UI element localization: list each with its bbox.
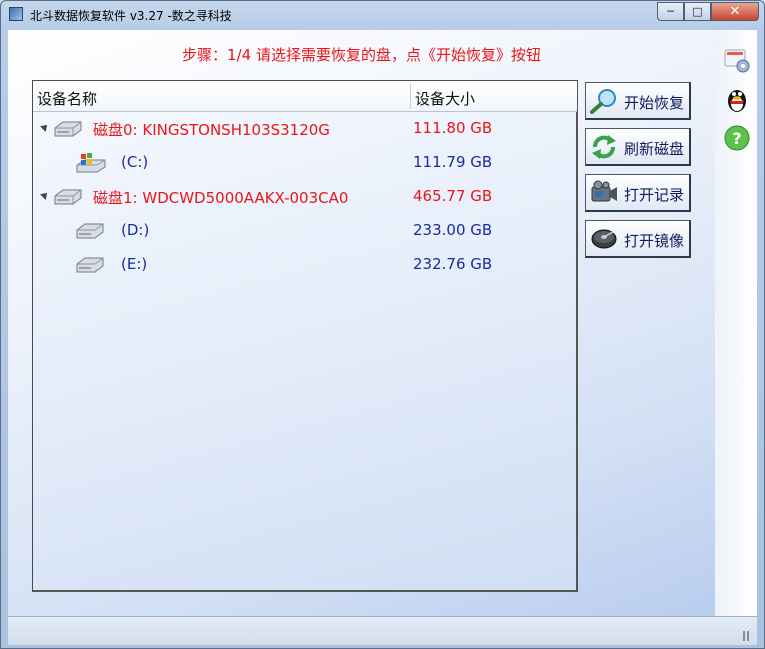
open-record-label: 打开记录 xyxy=(624,186,685,204)
partition-size: 111.79 GB xyxy=(413,153,493,171)
expand-arrow-icon[interactable] xyxy=(40,122,50,132)
minimize-button[interactable]: ─ xyxy=(657,2,684,21)
column-header-name[interactable]: 设备名称 xyxy=(37,88,97,109)
partition-size: 233.00 GB xyxy=(413,221,493,239)
list-header: 设备名称 设备大小 xyxy=(33,81,577,112)
column-header-size[interactable]: 设备大小 xyxy=(415,88,475,109)
expand-arrow-icon[interactable] xyxy=(40,190,50,200)
status-bar xyxy=(8,616,757,645)
hard-drive-icon xyxy=(54,189,82,205)
device-row-e[interactable]: (E:) 232.76 GB xyxy=(33,250,577,280)
partition-name: (D:) xyxy=(121,221,150,239)
refresh-disk-button[interactable]: 刷新磁盘 xyxy=(585,128,691,166)
open-image-button[interactable]: 打开镜像 xyxy=(585,220,691,258)
hard-drive-icon xyxy=(54,121,82,137)
resize-grip[interactable] xyxy=(743,631,751,641)
drive-icon xyxy=(76,223,104,239)
maximize-button[interactable]: □ xyxy=(684,2,711,21)
step-instruction: 步骤：1/4 请选择需要恢复的盘，点《开始恢复》按钮 xyxy=(182,46,541,64)
device-list[interactable]: 设备名称 设备大小 磁盘0: KINGSTONSH103S3120G 111.8… xyxy=(32,80,578,592)
magnifier-icon xyxy=(590,89,616,114)
svg-text:?: ? xyxy=(732,129,741,148)
camera-icon xyxy=(591,180,617,202)
start-recovery-button[interactable]: 开始恢复 xyxy=(585,82,691,120)
client-area: 步骤：1/4 请选择需要恢复的盘，点《开始恢复》按钮 设备名称 设备大小 磁盘0… xyxy=(8,30,715,616)
drive-icon xyxy=(76,257,104,273)
qq-penguin-icon[interactable] xyxy=(722,84,752,114)
close-button[interactable]: ✕ xyxy=(711,2,759,21)
refresh-icon xyxy=(592,135,616,159)
partition-size: 232.76 GB xyxy=(413,255,493,273)
device-size: 111.80 GB xyxy=(413,119,493,137)
settings-icon[interactable] xyxy=(722,45,752,75)
device-row-disk0[interactable]: 磁盘0: KINGSTONSH103S3120G 111.80 GB xyxy=(33,114,577,144)
device-row-disk1[interactable]: 磁盘1: WDCWD5000AAKX-003CA0 465.77 GB xyxy=(33,182,577,212)
partition-name: (E:) xyxy=(121,255,148,273)
device-row-c[interactable]: (C:) 111.79 GB xyxy=(33,148,577,178)
help-icon[interactable]: ? xyxy=(722,123,752,153)
refresh-disk-label: 刷新磁盘 xyxy=(624,140,685,158)
device-name: 磁盘1: WDCWD5000AAKX-003CA0 xyxy=(93,189,349,207)
disk-image-icon xyxy=(591,229,617,249)
side-toolbar: ? xyxy=(715,30,757,616)
column-separator[interactable] xyxy=(410,83,411,109)
window-title: 北斗数据恢复软件 v3.27 -数之寻科技 xyxy=(30,9,232,23)
device-row-d[interactable]: (D:) 233.00 GB xyxy=(33,216,577,246)
partition-name: (C:) xyxy=(121,153,149,171)
app-icon xyxy=(9,7,23,21)
device-name: 磁盘0: KINGSTONSH103S3120G xyxy=(93,121,330,139)
main-window: 北斗数据恢复软件 v3.27 -数之寻科技 ─ □ ✕ 步骤：1/4 请选择需要… xyxy=(0,0,765,649)
title-bar[interactable]: 北斗数据恢复软件 v3.27 -数之寻科技 ─ □ ✕ xyxy=(1,1,764,29)
open-image-label: 打开镜像 xyxy=(624,232,685,250)
start-recovery-label: 开始恢复 xyxy=(624,94,685,112)
open-record-button[interactable]: 打开记录 xyxy=(585,174,691,212)
device-size: 465.77 GB xyxy=(413,187,493,205)
windows-drive-icon xyxy=(76,153,106,173)
